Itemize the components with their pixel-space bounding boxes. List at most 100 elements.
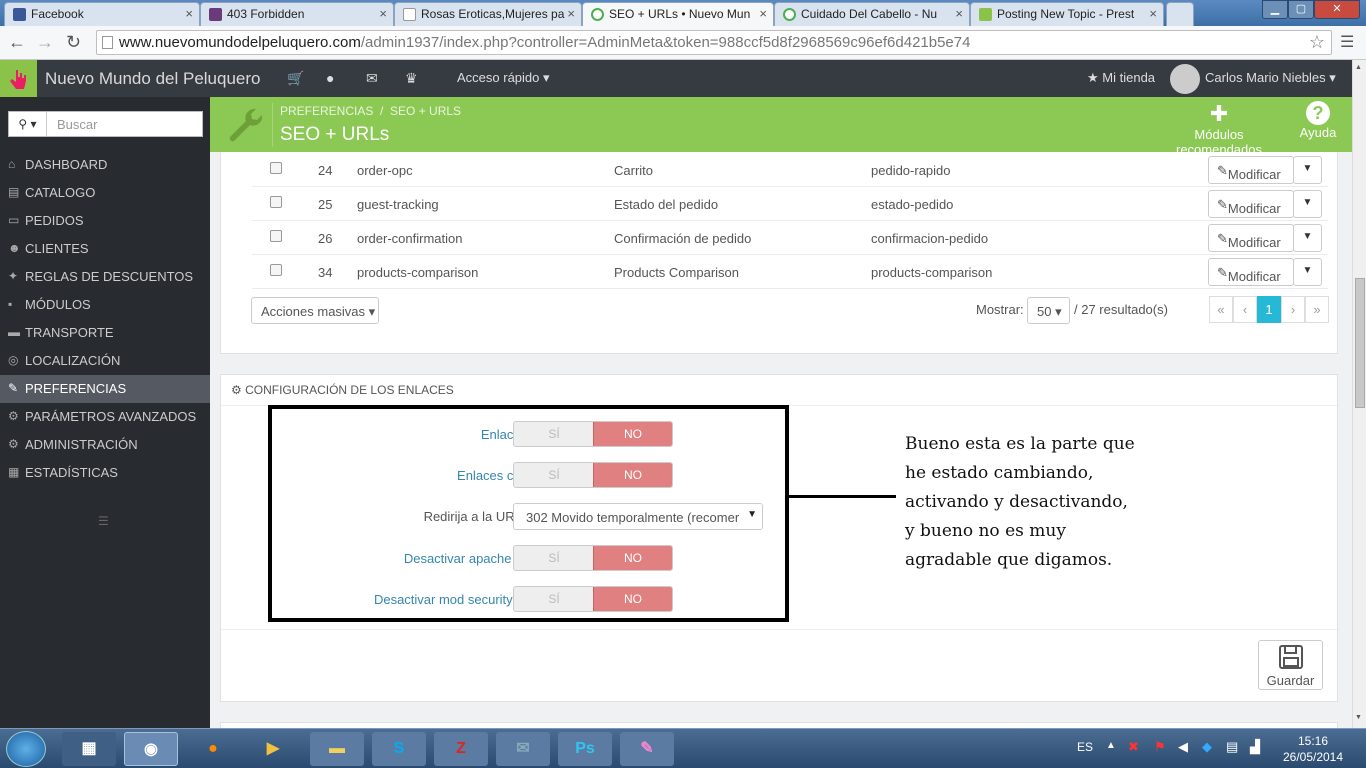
- firefox-icon[interactable]: ●: [186, 732, 240, 766]
- help-button[interactable]: ? Ayuda: [1298, 101, 1338, 140]
- minimize-button[interactable]: ▁: [1262, 0, 1288, 19]
- prestashop-icon: [979, 8, 992, 21]
- flag-icon[interactable]: ⚑: [1154, 739, 1166, 755]
- row-checkbox[interactable]: [270, 196, 282, 208]
- cart-icon[interactable]: 🛒: [287, 70, 304, 87]
- sidebar-item-dashboard[interactable]: ⌂ DASHBOARD: [0, 151, 210, 179]
- close-icon[interactable]: ×: [379, 6, 387, 21]
- scroll-up-icon[interactable]: ▲: [1355, 64, 1362, 71]
- avatar[interactable]: [1170, 64, 1200, 94]
- chevron-down-icon[interactable]: ▼: [1293, 190, 1322, 218]
- close-icon[interactable]: ×: [759, 6, 767, 21]
- last-page-button[interactable]: »: [1305, 296, 1329, 323]
- recommended-modules-button[interactable]: ✚ Módulos recomendados: [1151, 101, 1287, 157]
- chevron-down-icon[interactable]: ▼: [1293, 156, 1322, 184]
- search-icon[interactable]: ⚲ ▾: [9, 112, 47, 136]
- sidebar-item-estadisticas[interactable]: ▦ ESTADÍSTICAS: [0, 459, 210, 487]
- media-player-icon[interactable]: ▶: [246, 732, 300, 766]
- language-indicator[interactable]: ES: [1077, 740, 1093, 754]
- close-icon[interactable]: ×: [567, 6, 575, 21]
- page-number[interactable]: 1: [1257, 296, 1281, 323]
- skype-icon[interactable]: S: [372, 732, 426, 766]
- my-shop-link[interactable]: ★ Mi tienda: [1087, 70, 1155, 86]
- panel-heading-text: CONFIGURACIÓN DE LOS ENLACES: [245, 383, 454, 397]
- paint-icon[interactable]: ✎: [620, 732, 674, 766]
- tab-posting-topic[interactable]: Posting New Topic - Prest ×: [970, 2, 1164, 26]
- edit-button[interactable]: ✎ Modificar: [1208, 258, 1294, 286]
- sidebar-item-transporte[interactable]: ▬ TRANSPORTE: [0, 319, 210, 347]
- clock[interactable]: 15:16 26/05/2014: [1276, 733, 1350, 765]
- scroll-down-icon[interactable]: ▼: [1355, 714, 1362, 721]
- trophy-icon[interactable]: ♛: [405, 70, 418, 87]
- tab-rosas[interactable]: Rosas Eroticas,Mujeres pa ×: [394, 2, 582, 26]
- scrollbar-thumb[interactable]: [1355, 278, 1365, 408]
- bulk-actions-button[interactable]: Acciones masivas ▾: [251, 297, 379, 324]
- edit-button[interactable]: ✎ Modificar: [1208, 156, 1294, 184]
- sidebar-item-modulos[interactable]: ▪ MÓDULOS: [0, 291, 210, 319]
- edit-button[interactable]: ✎ Modificar: [1208, 224, 1294, 252]
- shop-name[interactable]: Nuevo Mundo del Peluquero: [45, 69, 260, 89]
- thunderbird-icon[interactable]: ✉: [496, 732, 550, 766]
- sidebar-item-parametros[interactable]: ⚙ PARÁMETROS AVANZADOS: [0, 403, 210, 431]
- chevron-down-icon[interactable]: ▼: [1293, 258, 1322, 286]
- tray-icon[interactable]: ✖: [1128, 739, 1139, 755]
- star-icon[interactable]: ☆: [1309, 32, 1325, 53]
- close-icon[interactable]: ×: [1149, 6, 1157, 21]
- sidebar-item-localizacion[interactable]: ◎ LOCALIZACIÓN: [0, 347, 210, 375]
- sidebar-item-clientes[interactable]: ☻ CLIENTES: [0, 235, 210, 263]
- tray-expand-icon[interactable]: ▲: [1106, 740, 1116, 751]
- menu-icon[interactable]: ☰: [1340, 32, 1354, 52]
- row-checkbox[interactable]: [270, 162, 282, 174]
- sidebar-item-preferencias[interactable]: ✎ PREFERENCIAS: [0, 375, 210, 403]
- reload-icon[interactable]: ↻: [66, 32, 81, 53]
- network-icon[interactable]: ▤: [1226, 739, 1238, 755]
- logo[interactable]: [0, 60, 37, 97]
- breadcrumb-item[interactable]: SEO + URLS: [390, 104, 461, 118]
- tab-403[interactable]: 403 Forbidden ×: [200, 2, 394, 26]
- save-button[interactable]: Guardar: [1258, 640, 1323, 690]
- next-page-button[interactable]: ›: [1281, 296, 1305, 323]
- search-box[interactable]: ⚲ ▾ Buscar: [8, 111, 203, 137]
- search-input[interactable]: Buscar: [57, 117, 97, 132]
- tab-facebook[interactable]: Facebook ×: [4, 2, 200, 26]
- row-page: order-confirmation: [357, 231, 463, 246]
- sidebar-item-pedidos[interactable]: ▭ PEDIDOS: [0, 207, 210, 235]
- tab-cuidado-cabello[interactable]: Cuidado Del Cabello - Nu ×: [774, 2, 970, 26]
- collapse-menu-icon[interactable]: ☰: [98, 514, 109, 528]
- filezilla-icon[interactable]: Z: [434, 732, 488, 766]
- address-bar[interactable]: www.nuevomundodelpeluquero.com/admin1937…: [96, 30, 1332, 55]
- dropbox-icon[interactable]: ◆: [1202, 739, 1212, 755]
- envelope-icon[interactable]: ✉: [366, 70, 378, 87]
- chevron-down-icon[interactable]: ▼: [1293, 224, 1322, 252]
- tab-seo-urls[interactable]: SEO + URLs • Nuevo Mun ×: [582, 2, 774, 27]
- volume-icon[interactable]: ◀: [1178, 739, 1188, 755]
- sidebar-item-catalogo[interactable]: ▤ CATALOGO: [0, 179, 210, 207]
- new-tab-button[interactable]: [1166, 2, 1194, 26]
- prev-page-button[interactable]: ‹: [1233, 296, 1257, 323]
- customer-icon[interactable]: ●: [326, 70, 334, 86]
- sidebar-item-administracion[interactable]: ⚙ ADMINISTRACIÓN: [0, 431, 210, 459]
- scrollbar[interactable]: ▲ ▼: [1352, 60, 1366, 728]
- start-button[interactable]: [6, 731, 46, 767]
- forward-icon[interactable]: →: [36, 32, 54, 53]
- sidebar-item-descuentos[interactable]: ✦ REGLAS DE DESCUENTOS: [0, 263, 210, 291]
- folder-icon[interactable]: ▬: [310, 732, 364, 766]
- maximize-button[interactable]: ▢: [1288, 0, 1314, 19]
- user-menu[interactable]: Carlos Mario Niebles ▾: [1205, 70, 1336, 86]
- chrome-icon[interactable]: ◉: [124, 732, 178, 766]
- signal-icon[interactable]: ▟: [1250, 739, 1260, 755]
- close-window-button[interactable]: ✕: [1314, 0, 1360, 19]
- close-icon[interactable]: ×: [955, 6, 963, 21]
- per-page-select[interactable]: 50 ▾: [1027, 297, 1070, 324]
- first-page-button[interactable]: «: [1209, 296, 1233, 323]
- row-checkbox[interactable]: [270, 230, 282, 242]
- row-checkbox[interactable]: [270, 264, 282, 276]
- sidebar-item-label: DASHBOARD: [25, 157, 108, 172]
- close-icon[interactable]: ×: [185, 6, 193, 21]
- back-icon[interactable]: ←: [8, 32, 26, 53]
- edit-button[interactable]: ✎ Modificar: [1208, 190, 1294, 218]
- breadcrumb-item[interactable]: PREFERENCIAS: [280, 104, 373, 118]
- apps-grid-icon[interactable]: ▦: [62, 732, 116, 766]
- quick-access-menu[interactable]: Acceso rápido ▾: [457, 70, 550, 86]
- photoshop-icon[interactable]: Ps: [558, 732, 612, 766]
